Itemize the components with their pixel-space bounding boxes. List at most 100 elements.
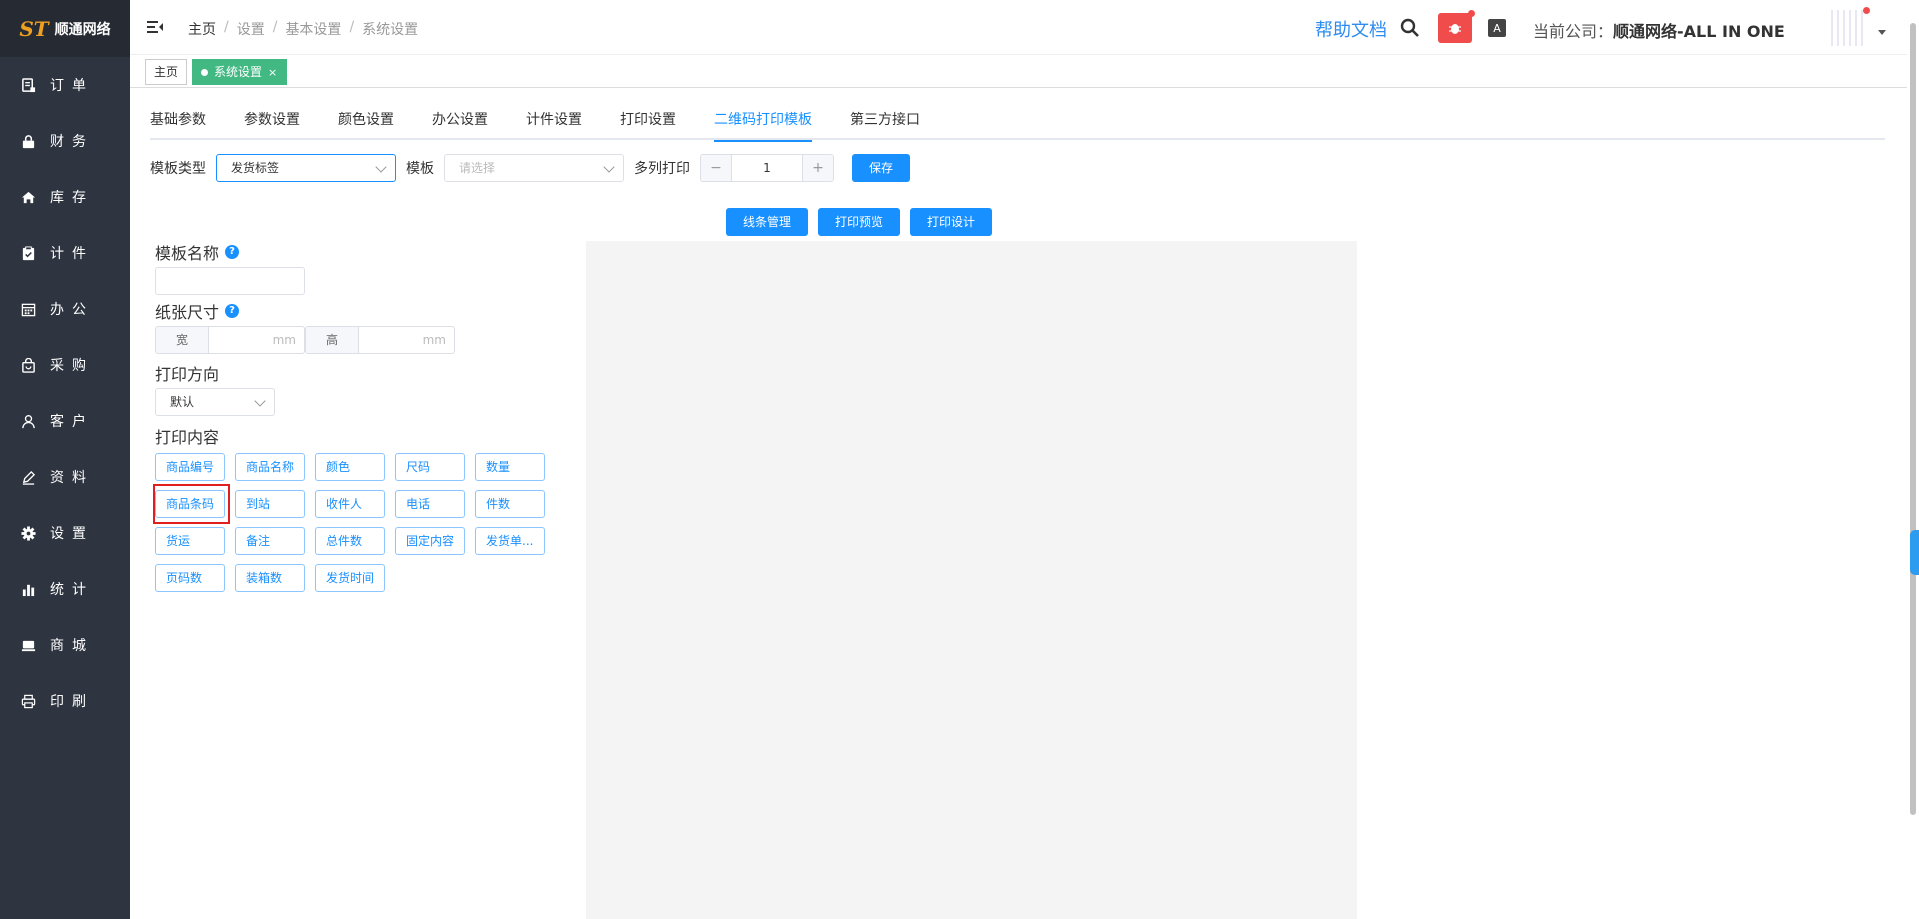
print-field-button[interactable]: 电话 (395, 490, 465, 518)
avatar[interactable] (1827, 7, 1870, 46)
sidebar-item-label: 计件 (50, 246, 94, 262)
print-field-button[interactable]: 发货时间 (315, 564, 385, 592)
template-name-input[interactable] (155, 267, 305, 295)
sidebar-item-label: 印刷 (50, 694, 94, 710)
current-company: 当前公司：顺通网络-ALL IN ONE (1533, 18, 1785, 42)
sidebar-item[interactable]: 库存 (0, 169, 130, 225)
search-icon[interactable] (1400, 18, 1420, 38)
logo-text: 顺通网络 (54, 21, 111, 38)
print-field-button[interactable]: 固定内容 (395, 527, 465, 555)
tab[interactable]: 基础参数 (150, 103, 206, 140)
sidebar-item[interactable]: 资料 (0, 449, 130, 505)
save-button[interactable]: 保存 (852, 154, 911, 182)
print-field-button[interactable]: 收件人 (315, 490, 385, 518)
help-icon[interactable]: ? (225, 245, 240, 259)
print-orientation-select[interactable]: 默认 (155, 388, 275, 416)
template-type-select[interactable]: 发货标签 (216, 154, 396, 182)
breadcrumb-item: 系统设置 (362, 22, 419, 38)
notification-dot (1863, 7, 1870, 14)
print-field-cell: 商品名称 (235, 453, 305, 481)
sidebar-item[interactable]: 计件 (0, 225, 130, 281)
template-form: 模板名称 ? 纸张尺寸 ? 宽 mm 高 mm 打印方向 默认 打印内容 商品编… (153, 240, 555, 592)
print-field-button[interactable]: 商品条码 (155, 490, 225, 518)
print-field-button[interactable]: 件数 (475, 490, 545, 518)
print-field-cell: 商品条码 (153, 484, 230, 524)
print-field-button[interactable]: 页码数 (155, 564, 225, 592)
tab[interactable]: 二维码打印模板 (714, 103, 812, 142)
print-orientation-label: 打印方向 (155, 361, 555, 385)
close-icon[interactable]: × (268, 66, 277, 79)
breadcrumb-separator: / (272, 19, 278, 35)
tab[interactable]: 计件设置 (526, 103, 582, 140)
help-docs-link[interactable]: 帮助文档 (1315, 16, 1387, 42)
print-field-button[interactable]: 装箱数 (235, 564, 305, 592)
tag-system-settings[interactable]: 系统设置 × (192, 59, 288, 85)
template-name-label: 模板名称 ? (155, 240, 555, 264)
sidebar-item[interactable]: 商城 (0, 617, 130, 673)
print-field-button[interactable]: 备注 (235, 527, 305, 555)
multi-column-value[interactable]: 1 (731, 155, 803, 181)
print-field-cell: 装箱数 (235, 564, 305, 592)
sidebar-item[interactable]: 设置 (0, 505, 130, 561)
tab[interactable]: 办公设置 (432, 103, 488, 140)
print-field-cell: 电话 (395, 490, 465, 518)
print-content-text: 打印内容 (155, 428, 220, 447)
print-field-cell: 总件数 (315, 527, 385, 555)
sidebar-item[interactable]: 财务 (0, 113, 130, 169)
scrollbar-thumb[interactable] (1910, 23, 1916, 815)
increment-button[interactable]: + (803, 155, 833, 181)
print-field-cell: 发货时间 (315, 564, 385, 592)
page-scrollbar[interactable] (1907, 0, 1919, 919)
print-field-cell: 固定内容 (395, 527, 465, 555)
print-field-button[interactable]: 发货单... (475, 527, 545, 555)
paper-size-text: 纸张尺寸 (155, 303, 220, 322)
sidebar-item[interactable]: 印刷 (0, 673, 130, 729)
line-manage-button[interactable]: 线条管理 (726, 208, 809, 236)
tab[interactable]: 打印设置 (620, 103, 676, 140)
print-field-button[interactable]: 商品编号 (155, 453, 225, 481)
breadcrumb-item[interactable]: 基本设置 (285, 19, 341, 39)
sidebar-item-label: 客户 (50, 414, 94, 430)
sidebar: ST 顺通网络 订单 财务 库存 计件 办公 采购 客户 资料 设置 统计 商城 印刷 (0, 0, 130, 919)
sidebar-item[interactable]: 统计 (0, 561, 130, 617)
print-field-button[interactable]: 数量 (475, 453, 545, 481)
paper-width-input[interactable]: 宽 mm (155, 326, 305, 354)
sidebar-item[interactable]: 客户 (0, 393, 130, 449)
side-drawer-handle[interactable] (1910, 530, 1919, 575)
tab[interactable]: 第三方接口 (850, 103, 920, 140)
print-field-button[interactable]: 颜色 (315, 453, 385, 481)
tab[interactable]: 参数设置 (244, 103, 300, 140)
tag-label: 系统设置 (214, 65, 263, 79)
sidebar-item[interactable]: 订单 (0, 57, 130, 113)
paper-height-input[interactable]: 高 mm (305, 326, 455, 354)
print-design-canvas[interactable] (586, 241, 1357, 919)
print-design-button[interactable]: 打印设计 (910, 208, 993, 236)
help-icon[interactable]: ? (225, 304, 240, 318)
sidebar-item[interactable]: 办公 (0, 281, 130, 337)
shop-icon (20, 637, 36, 653)
breadcrumb-home[interactable]: 主页 (188, 19, 216, 39)
print-content-label: 打印内容 (155, 424, 555, 448)
print-field-button[interactable]: 商品名称 (235, 453, 305, 481)
tab[interactable]: 颜色设置 (338, 103, 394, 140)
decrement-button[interactable]: − (701, 155, 731, 181)
bug-report-button[interactable] (1438, 10, 1475, 43)
multi-column-stepper: − 1 + (700, 154, 834, 182)
print-field-button[interactable]: 尺码 (395, 453, 465, 481)
print-preview-button[interactable]: 打印预览 (818, 208, 901, 236)
print-orientation-value: 默认 (170, 395, 195, 409)
top-header: 主页 / 设置 / 基本设置 / 系统设置 帮助文档 A 当前公司：顺通网络-A… (130, 0, 1919, 55)
print-field-button[interactable]: 到站 (235, 490, 305, 518)
menu-fold-icon[interactable] (146, 18, 164, 36)
template-select[interactable]: 请选择 (444, 154, 624, 182)
sidebar-item[interactable]: 采购 (0, 337, 130, 393)
breadcrumb-item[interactable]: 设置 (237, 19, 265, 39)
print-field-button[interactable]: 货运 (155, 527, 225, 555)
print-field-button[interactable]: 总件数 (315, 527, 385, 555)
caret-down-icon[interactable] (1878, 30, 1886, 35)
breadcrumb-separator: / (349, 19, 355, 35)
font-size-icon[interactable]: A (1488, 19, 1506, 37)
tag-home[interactable]: 主页 (145, 59, 188, 85)
template-type-value: 发货标签 (231, 161, 280, 175)
sidebar-item-label: 统计 (50, 582, 94, 598)
